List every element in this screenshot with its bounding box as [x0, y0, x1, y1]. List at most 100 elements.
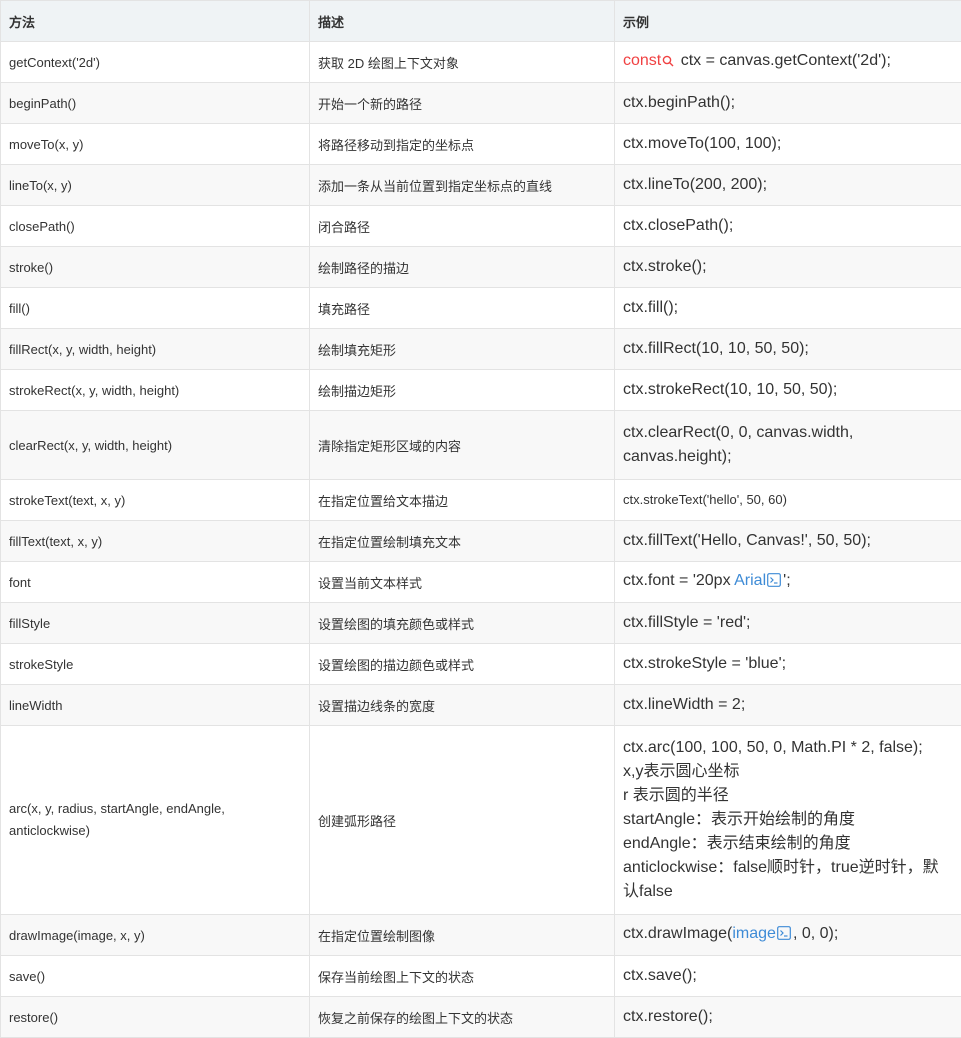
- table-row: fillText(text, x, y) 在指定位置绘制填充文本 ctx.fil…: [1, 521, 961, 562]
- example-cell: ctx.lineTo(200, 200);: [615, 165, 961, 206]
- description-cell: 在指定位置给文本描边: [310, 480, 615, 521]
- method-cell: clearRect(x, y, width, height): [1, 411, 310, 480]
- example-cell: ctx.beginPath();: [615, 83, 961, 124]
- example-cell: ctx.drawImage(image , 0, 0);: [615, 915, 961, 956]
- description-cell: 恢复之前保存的绘图上下文的状态: [310, 997, 615, 1038]
- example-text: canvas.height);: [623, 445, 953, 469]
- description-cell: 填充路径: [310, 288, 615, 329]
- example-text: ctx.fillRect(10, 10, 50, 50);: [623, 340, 809, 357]
- description-cell: 创建弧形路径: [310, 726, 615, 915]
- method-cell: lineWidth: [1, 685, 310, 726]
- example-text: anticlockwise：false顺时针，true逆时针，默认false: [623, 856, 953, 904]
- example-text: ctx.fillText('Hello, Canvas!', 50, 50);: [623, 532, 871, 549]
- table-row: clearRect(x, y, width, height) 清除指定矩形区域的…: [1, 411, 961, 480]
- table-row: beginPath() 开始一个新的路径 ctx.beginPath();: [1, 83, 961, 124]
- example-cell: ctx.moveTo(100, 100);: [615, 124, 961, 165]
- search-icon[interactable]: [662, 51, 674, 75]
- table-row: strokeRect(x, y, width, height) 绘制描边矩形 c…: [1, 370, 961, 411]
- table-row: strokeStyle 设置绘图的描边颜色或样式 ctx.strokeStyle…: [1, 644, 961, 685]
- example-text: ctx.closePath();: [623, 217, 733, 234]
- code-run-icon[interactable]: [777, 924, 791, 948]
- table-row: closePath() 闭合路径 ctx.closePath();: [1, 206, 961, 247]
- example-cell: ctx.lineWidth = 2;: [615, 685, 961, 726]
- example-text: , 0, 0);: [793, 925, 838, 942]
- example-text: ctx = canvas.getContext('2d');: [681, 52, 891, 69]
- description-cell: 绘制描边矩形: [310, 370, 615, 411]
- example-cell: ctx.clearRect(0, 0, canvas.width, canvas…: [615, 411, 961, 480]
- example-text: ctx.beginPath();: [623, 94, 735, 111]
- method-cell: drawImage(image, x, y): [1, 915, 310, 956]
- example-cell: ctx.font = '20px Arial ';: [615, 562, 961, 603]
- table-row: arc(x, y, radius, startAngle, endAngle, …: [1, 726, 961, 915]
- table-row: lineTo(x, y) 添加一条从当前位置到指定坐标点的直线 ctx.line…: [1, 165, 961, 206]
- example-cell: ctx.fillText('Hello, Canvas!', 50, 50);: [615, 521, 961, 562]
- example-text: ctx.strokeRect(10, 10, 50, 50);: [623, 381, 837, 398]
- example-cell: ctx.strokeText('hello', 50, 60): [615, 480, 961, 521]
- header-method: 方法: [1, 1, 310, 42]
- description-cell: 在指定位置绘制填充文本: [310, 521, 615, 562]
- method-cell: font: [1, 562, 310, 603]
- table-row: save() 保存当前绘图上下文的状态 ctx.save();: [1, 956, 961, 997]
- method-cell: restore(): [1, 997, 310, 1038]
- arial-link[interactable]: Arial: [734, 572, 766, 589]
- description-cell: 闭合路径: [310, 206, 615, 247]
- table-row: strokeText(text, x, y) 在指定位置给文本描边 ctx.st…: [1, 480, 961, 521]
- example-text: x,y表示圆心坐标: [623, 760, 953, 784]
- example-text: ctx.font = '20px: [623, 572, 734, 589]
- description-cell: 设置绘图的描边颜色或样式: [310, 644, 615, 685]
- example-text: r 表示圆的半径: [623, 784, 953, 808]
- example-cell: ctx.stroke();: [615, 247, 961, 288]
- example-text: ctx.restore();: [623, 1008, 713, 1025]
- method-cell: moveTo(x, y): [1, 124, 310, 165]
- header-example: 示例: [615, 1, 961, 42]
- description-cell: 绘制填充矩形: [310, 329, 615, 370]
- method-cell: stroke(): [1, 247, 310, 288]
- description-cell: 添加一条从当前位置到指定坐标点的直线: [310, 165, 615, 206]
- image-link[interactable]: image: [732, 925, 776, 942]
- example-cell: ctx.fill();: [615, 288, 961, 329]
- code-run-icon[interactable]: [767, 571, 781, 595]
- example-text: ctx.clearRect(0, 0, canvas.width,: [623, 421, 953, 445]
- table-row: fillRect(x, y, width, height) 绘制填充矩形 ctx…: [1, 329, 961, 370]
- example-cell: ctx.restore();: [615, 997, 961, 1038]
- description-cell: 保存当前绘图上下文的状态: [310, 956, 615, 997]
- example-cell: ctx.arc(100, 100, 50, 0, Math.PI * 2, fa…: [615, 726, 961, 915]
- description-cell: 绘制路径的描边: [310, 247, 615, 288]
- table-header-row: 方法 描述 示例: [1, 1, 961, 42]
- method-cell: arc(x, y, radius, startAngle, endAngle, …: [1, 726, 310, 915]
- example-text: endAngle：表示结束绘制的角度: [623, 832, 953, 856]
- table-row: fill() 填充路径 ctx.fill();: [1, 288, 961, 329]
- description-cell: 设置绘图的填充颜色或样式: [310, 603, 615, 644]
- table-row: lineWidth 设置描边线条的宽度 ctx.lineWidth = 2;: [1, 685, 961, 726]
- method-cell: fillStyle: [1, 603, 310, 644]
- description-cell: 获取 2D 绘图上下文对象: [310, 42, 615, 83]
- method-cell: closePath(): [1, 206, 310, 247]
- example-text: ctx.stroke();: [623, 258, 707, 275]
- table-row: stroke() 绘制路径的描边 ctx.stroke();: [1, 247, 961, 288]
- example-cell: ctx.fillStyle = 'red';: [615, 603, 961, 644]
- example-text: ctx.strokeText('hello', 50, 60): [623, 492, 787, 507]
- example-text: ctx.drawImage(: [623, 925, 732, 942]
- description-cell: 设置当前文本样式: [310, 562, 615, 603]
- table-row: restore() 恢复之前保存的绘图上下文的状态 ctx.restore();: [1, 997, 961, 1038]
- method-cell: getContext('2d'): [1, 42, 310, 83]
- example-text: ctx.save();: [623, 967, 697, 984]
- table-row: drawImage(image, x, y) 在指定位置绘制图像 ctx.dra…: [1, 915, 961, 956]
- description-cell: 清除指定矩形区域的内容: [310, 411, 615, 480]
- description-cell: 设置描边线条的宽度: [310, 685, 615, 726]
- description-cell: 将路径移动到指定的坐标点: [310, 124, 615, 165]
- example-cell: ctx.strokeStyle = 'blue';: [615, 644, 961, 685]
- example-cell: const ctx = canvas.getContext('2d');: [615, 42, 961, 83]
- description-cell: 开始一个新的路径: [310, 83, 615, 124]
- method-cell: fillRect(x, y, width, height): [1, 329, 310, 370]
- table-row: font 设置当前文本样式 ctx.font = '20px Arial ';: [1, 562, 961, 603]
- method-cell: fill(): [1, 288, 310, 329]
- example-cell: ctx.fillRect(10, 10, 50, 50);: [615, 329, 961, 370]
- keyword-link[interactable]: const: [623, 52, 661, 69]
- example-text: ';: [783, 572, 791, 589]
- method-cell: beginPath(): [1, 83, 310, 124]
- example-text: ctx.strokeStyle = 'blue';: [623, 655, 786, 672]
- method-cell: lineTo(x, y): [1, 165, 310, 206]
- header-description: 描述: [310, 1, 615, 42]
- example-text: ctx.fillStyle = 'red';: [623, 614, 750, 631]
